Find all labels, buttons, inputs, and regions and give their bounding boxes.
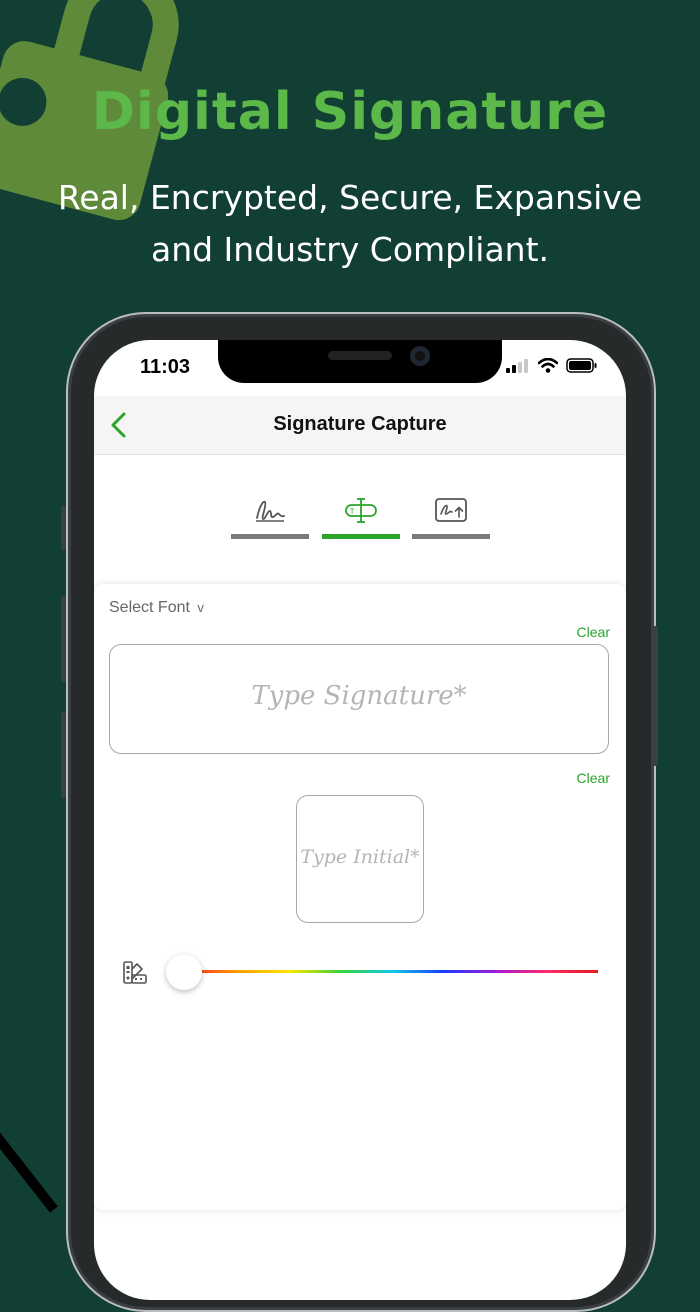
tab-underline [231,534,309,539]
signature-card: Select Font v Clear Type Signature* Clea… [94,584,626,1210]
mute-switch [61,506,66,550]
signature-mode-tabs: T [231,496,491,542]
clear-signature-button[interactable]: Clear [577,624,610,640]
phone-screen: 11:03 Signature Capture T Select Font v … [94,340,626,1300]
cellular-signal-icon [506,358,528,373]
select-font-label: Select Font [109,599,190,616]
upload-signature-icon [435,498,467,522]
power-button [653,626,658,766]
color-slider-track[interactable] [186,970,598,973]
chevron-down-icon: v [197,600,204,615]
clear-initial-button[interactable]: Clear [577,770,610,786]
volume-down-button [61,712,66,798]
tab-upload[interactable] [412,496,490,542]
tab-draw[interactable] [231,496,309,542]
signature-placeholder: Type Signature* [251,681,467,711]
navbar: Signature Capture [94,396,626,455]
hero-title: Digital Signature [91,82,609,142]
status-time: 11:03 [140,356,191,378]
notch [218,340,502,383]
select-font-dropdown[interactable]: Select Font v [109,599,204,617]
initial-input[interactable]: Type Initial* [296,795,424,923]
hero-subtitle-line1: Real, Encrypted, Secure, Expansive [57,178,643,217]
hero-subtitle-line2: and Industry Compliant. [150,230,550,269]
tab-type[interactable]: T [322,496,400,542]
volume-up-button [61,596,66,682]
decorative-stroke [0,1111,58,1213]
camera-icon [410,346,430,366]
page-title: Signature Capture [273,413,447,435]
hero-subtitle: Real, Encrypted, Secure, Expansive and I… [40,172,660,276]
tab-underline [412,534,490,539]
initial-placeholder: Type Initial* [300,846,420,868]
signature-input[interactable]: Type Signature* [109,644,609,754]
battery-icon [566,358,597,373]
svg-text:T: T [349,508,355,516]
color-slider-thumb[interactable] [166,954,202,990]
tab-underline [322,534,400,539]
wifi-icon [538,358,558,373]
draw-signature-icon [256,500,285,522]
color-palette-icon[interactable] [122,960,148,986]
status-icons [506,358,598,373]
speaker [328,351,392,360]
type-signature-icon: T [345,498,377,523]
